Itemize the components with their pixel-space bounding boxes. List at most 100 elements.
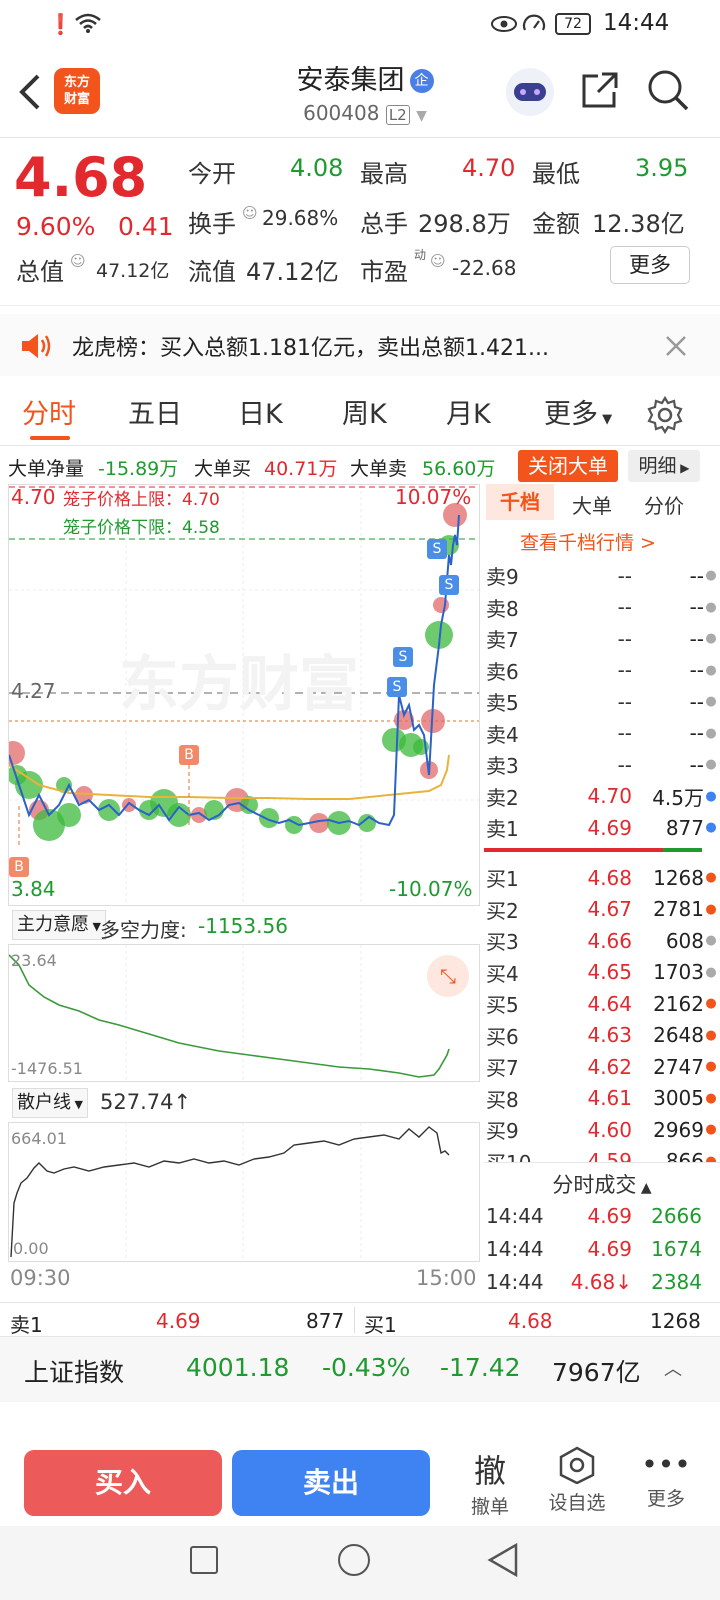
trade-row: 14:44 4.69 2666 [484, 1199, 720, 1232]
back-icon[interactable] [14, 72, 44, 112]
bid-row[interactable]: 买4 4.65 1703 ● [484, 957, 720, 989]
dot-icon: ● [705, 996, 717, 1012]
settings-gear-icon[interactable] [646, 396, 684, 434]
bid-volume: 2781 [653, 897, 704, 922]
expand-icon[interactable]: ⤡ [427, 955, 469, 997]
info-icon[interactable]: ☺ [430, 252, 446, 270]
sell-marker: S [439, 575, 459, 595]
indicator1-chart[interactable]: 23.64 -1476.51 ⤡ [8, 944, 480, 1082]
search-icon[interactable] [646, 68, 690, 112]
bid-price: 4.68 [587, 865, 632, 890]
trade-ticks[interactable]: 分时成交 ▲ 14:44 4.69 2666 14:44 4.69 1674 1… [484, 1162, 720, 1300]
tab-five-day[interactable]: 五日 [128, 392, 182, 431]
big-sell-label: 大单卖 [350, 458, 408, 480]
info-icon[interactable]: ☺ [242, 204, 258, 222]
cancel-order-button[interactable]: 撤 撤单 [460, 1446, 520, 1519]
ask-list: 卖9 -- -- ● 卖8 -- -- ● 卖7 -- -- ● 卖6 -- -… [484, 560, 720, 844]
back-nav-icon[interactable] [486, 1542, 520, 1578]
bid-row[interactable]: 买7 4.62 2747 ● [484, 1051, 720, 1083]
recent-apps-icon[interactable] [190, 1546, 218, 1574]
index-bar[interactable]: 上证指数 4001.18 -0.43% -17.42 7967亿 ︿ [0, 1336, 720, 1402]
buy-button[interactable]: 买入 [24, 1450, 222, 1516]
indicator1-top: 23.64 [11, 951, 57, 970]
bid-volume: 1703 [653, 960, 704, 985]
lower-limit-label: 笼子价格下限：4.58 [63, 518, 220, 538]
level-badge: L2 [385, 105, 410, 125]
dragon-tiger-notice[interactable]: 龙虎榜：买入总额1.181亿元，卖出总额1.421... [0, 314, 720, 376]
ask-row[interactable]: 卖8 -- -- ● [484, 592, 720, 624]
tab-more[interactable]: 更多 ▼ [544, 392, 612, 431]
view-thousand-levels-link[interactable]: 查看千档行情 > [520, 528, 656, 555]
tab-price-distribution[interactable]: 分价 [644, 490, 684, 519]
chevron-up-icon[interactable]: ︿ [664, 1355, 682, 1381]
close-big-order-button[interactable]: 关闭大单 [518, 450, 618, 482]
low-label: 最低 [532, 160, 580, 188]
float-value: 47.12亿 [246, 258, 339, 286]
bid-row[interactable]: 买2 4.67 2781 ● [484, 894, 720, 926]
change-pct: 9.60% [16, 212, 96, 241]
big-sell-value: 56.60万 [422, 458, 496, 480]
tab-big-orders[interactable]: 大单 [572, 490, 612, 519]
pe-label: 市盈 [360, 258, 408, 286]
bid-row[interactable]: 买10 4.59 866 ● [484, 1146, 720, 1162]
status-bar: ❗ 72 14:44 [0, 0, 720, 48]
bid-volume: 3005 [653, 1086, 704, 1111]
bid-row[interactable]: 买5 4.64 2162 ● [484, 988, 720, 1020]
ask-row[interactable]: 卖5 -- -- ● [484, 686, 720, 718]
ask-row[interactable]: 卖4 -- -- ● [484, 718, 720, 750]
stock-title[interactable]: 安泰集团 企 600408 L2 ▼ [250, 58, 480, 125]
trade-bubble [433, 597, 449, 613]
sell-button[interactable]: 卖出 [232, 1450, 430, 1516]
ask-row[interactable]: 卖7 -- -- ● [484, 623, 720, 655]
bid-row[interactable]: 买8 4.61 3005 ● [484, 1083, 720, 1115]
ask-level: 卖5 [486, 691, 519, 716]
bid-row[interactable]: 买3 4.66 608 ● [484, 925, 720, 957]
bid-level: 买3 [486, 930, 519, 955]
orderbook-tabs: 千档 大单 分价 [484, 484, 720, 520]
ask-price: -- [617, 563, 632, 588]
more-button[interactable]: 更多 [610, 246, 690, 284]
ask-row[interactable]: 卖6 -- -- ● [484, 655, 720, 687]
close-icon[interactable] [664, 334, 688, 358]
dot-icon: ● [705, 599, 717, 615]
detail-button[interactable]: 明细 ▶ [628, 450, 700, 482]
ask-row[interactable]: 卖9 -- -- ● [484, 560, 720, 592]
ask-volume: -- [689, 626, 704, 651]
app-logo[interactable]: 东方 财富 [54, 68, 100, 114]
ask-row[interactable]: 卖3 -- -- ● [484, 749, 720, 781]
info-icon[interactable]: ☺ [70, 252, 86, 270]
add-watchlist-button[interactable]: 设自选 [540, 1446, 614, 1515]
ask-volume: -- [689, 721, 704, 746]
ask-level: 卖1 [486, 817, 519, 842]
home-icon[interactable] [338, 1544, 370, 1576]
tab-intraday[interactable]: 分时 [22, 392, 76, 431]
indicator1-select[interactable]: 主力意愿 ▼ [12, 910, 106, 940]
bid-volume: 2969 [653, 1117, 704, 1142]
bid-row[interactable]: 买6 4.63 2648 ● [484, 1020, 720, 1052]
ask-row[interactable]: 卖1 4.69 877 ● [484, 812, 720, 844]
bid-level: 买8 [486, 1087, 519, 1112]
share-icon[interactable] [580, 70, 620, 110]
intraday-chart[interactable]: 东方财富 B B S S S S 4.70 笼子价格上限：4.70 笼子价格下限… [8, 484, 480, 906]
net-label: 大单净量 [8, 458, 85, 480]
bid-row[interactable]: 买1 4.68 1268 ● [484, 862, 720, 894]
indicator2-chart[interactable]: 664.01 0.00 [8, 1122, 480, 1262]
tab-daily-k[interactable]: 日K [238, 392, 283, 431]
amount-value: 12.38亿 [592, 210, 685, 238]
trade-row: 14:44 4.69 1674 [484, 1232, 720, 1265]
big-buy-label: 大单买 [194, 458, 252, 480]
index-name: 上证指数 [24, 1358, 125, 1387]
robot-assistant-icon[interactable] [506, 68, 554, 116]
indicator1-label: 多空力度: [100, 918, 187, 942]
tab-monthly-k[interactable]: 月K [446, 392, 491, 431]
tab-weekly-k[interactable]: 周K [342, 392, 387, 431]
tab-thousand-levels[interactable]: 千档 [486, 484, 554, 520]
trade-price: 4.69 [587, 1236, 632, 1261]
notice-text: 龙虎榜：买入总额1.181亿元，卖出总额1.421... [72, 336, 549, 361]
indicator2-select[interactable]: 散户线 ▼ [12, 1088, 88, 1118]
ask-row[interactable]: 卖2 4.70 4.5万 ● [484, 781, 720, 813]
more-actions-button[interactable]: ••• 更多 [636, 1446, 696, 1511]
bid-volume: 2162 [653, 991, 704, 1016]
dot-icon: ● [705, 631, 717, 647]
bid-row[interactable]: 买9 4.60 2969 ● [484, 1114, 720, 1146]
